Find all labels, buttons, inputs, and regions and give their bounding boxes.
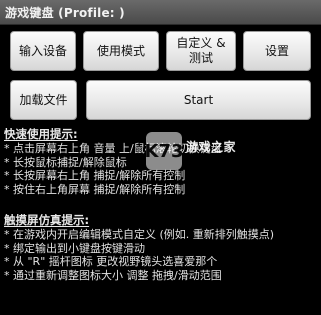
usage-mode-label: 使用模式	[96, 43, 145, 58]
quick-tip-item: * 按住右上角屏幕 捕捉/解除所有控制	[4, 182, 186, 196]
start-label: Start	[183, 92, 214, 107]
start-button[interactable]: Start	[86, 80, 311, 120]
touch-tip-item: * 通过重新调整图标大小 调整 拖拽/滑动范围	[4, 268, 222, 282]
touch-tips-list: * 在游戏内开启编辑模式自定义 (例如. 重新排列触摸点) * 绑定输出到小键盘…	[4, 228, 318, 282]
title-bar: 游戏键盘 (Profile: )	[0, 0, 321, 25]
load-file-button[interactable]: 加载文件	[10, 80, 77, 120]
touch-tips-section: 触摸屏仿真提示: * 在游戏内开启编辑模式自定义 (例如. 重新排列触摸点) *…	[4, 212, 318, 282]
quick-tip-item: * 点击屏幕右上角 音量 上/鼠标滚轮切换键盘	[4, 142, 222, 155]
touch-tips-heading: 触摸屏仿真提示:	[4, 213, 90, 227]
quick-tips-heading: 快速使用提示:	[4, 127, 78, 141]
quick-tips-list: * 点击屏幕右上角 音量 上/鼠标滚轮切换键盘 * 长按鼠标捕捉/解除鼠标 * …	[4, 142, 318, 196]
settings-button[interactable]: 设置	[243, 31, 311, 71]
quick-tip-item: * 长按鼠标捕捉/解除鼠标	[4, 155, 127, 169]
usage-mode-button[interactable]: 使用模式	[83, 31, 159, 71]
load-file-label: 加载文件	[19, 92, 68, 107]
input-device-label: 输入设备	[18, 43, 67, 58]
touch-tip-item: * 从 "R" 摇杆图标 更改视野镜头选喜爱那个	[4, 255, 218, 268]
quick-tips-section: 快速使用提示: * 点击屏幕右上角 音量 上/鼠标滚轮切换键盘 * 长按鼠标捕捉…	[4, 126, 318, 196]
quick-tip-item: * 长按屏幕右上角 捕捉/解除所有控制	[4, 169, 186, 182]
settings-label: 设置	[264, 43, 289, 58]
customize-test-label: 自定义 & 测试	[176, 36, 226, 65]
touch-tip-item: * 在游戏内开启编辑模式自定义 (例如. 重新排列触摸点)	[4, 228, 275, 241]
touch-tip-item: * 绑定输出到小键盘按键滑动	[4, 241, 145, 255]
window-title: 游戏键盘 (Profile: )	[5, 6, 125, 20]
input-device-button[interactable]: 输入设备	[10, 31, 76, 71]
customize-test-button[interactable]: 自定义 & 测试	[166, 31, 236, 71]
